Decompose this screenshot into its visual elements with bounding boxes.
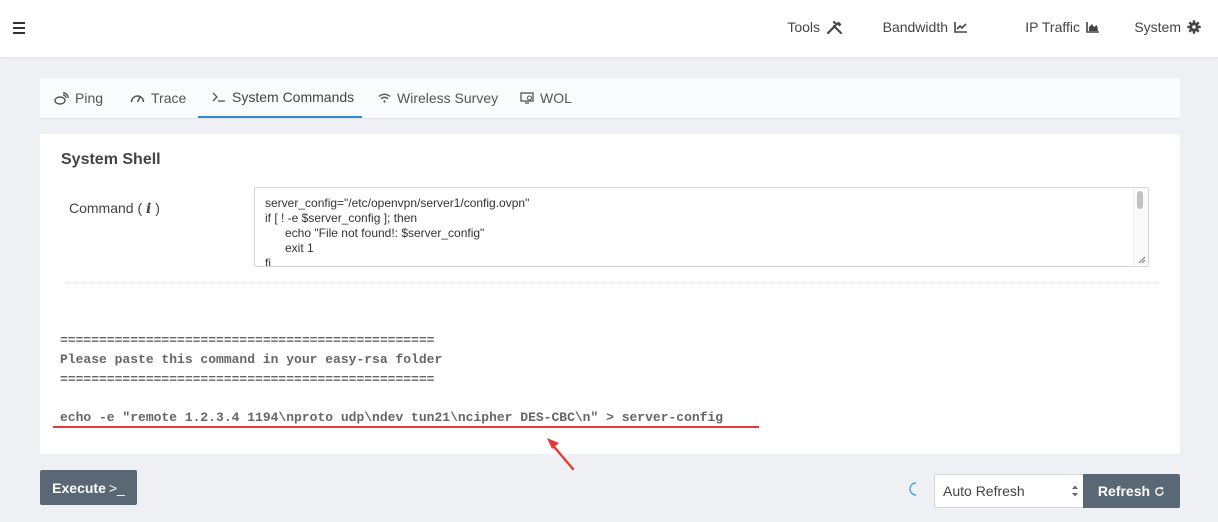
execute-button-suffix: >_	[108, 479, 125, 496]
ping-icon	[54, 91, 69, 105]
output-line: ========================================…	[60, 333, 435, 348]
gear-icon	[1187, 20, 1201, 34]
refresh-button[interactable]: Refresh	[1083, 474, 1180, 508]
system-shell-panel: System Shell Command ( i ) server_config…	[40, 134, 1180, 471]
nav-tools[interactable]: Tools	[787, 19, 843, 35]
annotation-underline	[53, 426, 759, 428]
command-label-text: Command	[69, 200, 134, 216]
gauge-icon	[130, 95, 145, 103]
nav-bandwidth-label: Bandwidth	[882, 19, 948, 35]
output-line: Please paste this command in your easy-r…	[60, 352, 443, 368]
auto-refresh-value: Auto Refresh	[943, 483, 1025, 499]
nav-tools-label: Tools	[787, 19, 820, 35]
tab-wol[interactable]: WOL	[520, 78, 580, 118]
nav-ip-traffic[interactable]: IP Traffic	[1025, 19, 1100, 35]
command-textarea-value: server_config="/etc/openvpn/server1/conf…	[265, 196, 530, 267]
wifi-icon	[378, 93, 391, 103]
form-divider	[65, 282, 1160, 283]
command-info-open: (	[137, 200, 143, 216]
command-textarea[interactable]: server_config="/etc/openvpn/server1/conf…	[254, 187, 1149, 267]
nav-bandwidth[interactable]: Bandwidth	[883, 19, 968, 35]
terminal-icon	[212, 92, 225, 102]
tab-ping[interactable]: Ping	[54, 78, 124, 118]
nav-system[interactable]: System	[1134, 19, 1201, 35]
tools-tab-bar: Ping Trace System Commands Wireless Surv…	[40, 78, 1180, 119]
auto-refresh-select[interactable]: Auto Refresh	[934, 474, 1084, 508]
tab-trace[interactable]: Trace	[130, 78, 200, 118]
command-info-close: )	[155, 200, 160, 216]
nav-ip-traffic-label: IP Traffic	[1025, 19, 1080, 35]
command-label: Command ( i )	[69, 200, 160, 217]
panel-title: System Shell	[61, 151, 161, 168]
tab-system-commands[interactable]: System Commands	[198, 78, 362, 118]
scrollbar-thumb[interactable]	[1137, 191, 1143, 209]
info-icon[interactable]: i	[146, 201, 151, 217]
output-line: ========================================…	[60, 371, 435, 387]
tab-system-commands-label: System Commands	[232, 89, 355, 105]
tab-wireless-survey[interactable]: Wireless Survey	[378, 78, 504, 118]
execute-button-label: Execute	[52, 479, 106, 496]
monitor-power-icon	[520, 92, 534, 104]
refresh-icon	[1155, 486, 1164, 496]
command-output: ========================================…	[60, 331, 723, 427]
hamburger-menu-icon[interactable]	[13, 22, 25, 34]
tools-icon	[826, 20, 842, 34]
loading-spinner-icon	[909, 482, 917, 496]
refresh-button-label: Refresh	[1097, 483, 1151, 499]
nav-system-label: System	[1134, 19, 1181, 35]
annotation-arrow-icon	[547, 438, 575, 471]
tab-wireless-survey-label: Wireless Survey	[397, 90, 499, 106]
tab-trace-label: Trace	[151, 90, 187, 106]
output-line: echo -e "remote 1.2.3.4 1194\nproto udp\…	[60, 410, 724, 426]
top-navbar: Tools Bandwidth IP Traffic System	[0, 0, 1218, 58]
tab-ping-label: Ping	[75, 90, 104, 106]
line-chart-icon	[954, 22, 967, 33]
tab-wol-label: WOL	[540, 90, 572, 106]
area-chart-icon	[1086, 22, 1099, 33]
select-arrows-icon	[1072, 485, 1078, 497]
resize-grip-icon[interactable]	[1137, 255, 1146, 264]
execute-button[interactable]: Execute >_	[40, 470, 137, 505]
